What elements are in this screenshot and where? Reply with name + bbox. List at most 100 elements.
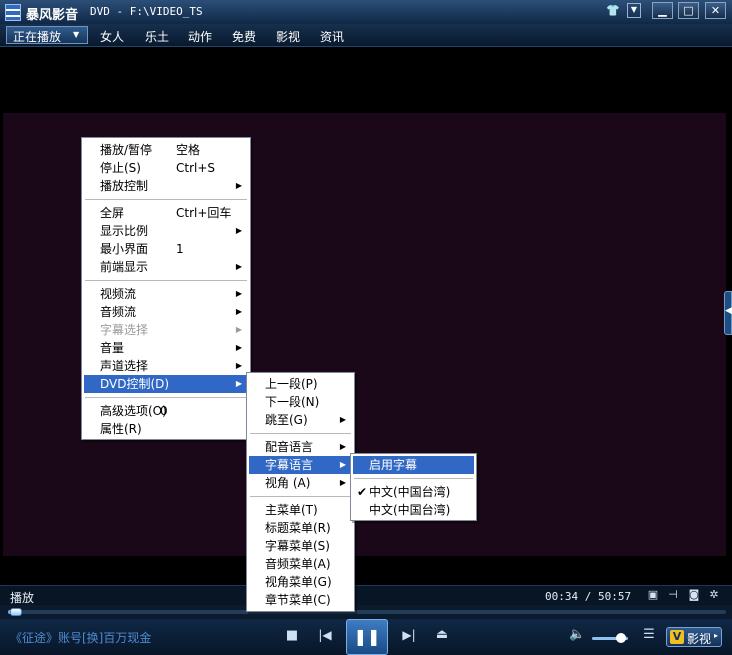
submenu-arrow-icon: ▶ [339, 415, 346, 424]
video-letterbox-bottom [3, 556, 726, 585]
menu-item-audio-language[interactable]: 配音语言 ▶ [249, 438, 352, 456]
tab-free[interactable]: 免费 [232, 28, 256, 45]
tab-paradise[interactable]: 乐土 [145, 28, 169, 45]
side-panel-toggle[interactable]: ◀ [724, 291, 732, 335]
submenu-arrow-icon: ▶ [235, 226, 242, 235]
nav-bar: 正在播放 ▼ 女人 乐土 动作 免费 影视 资讯 [0, 24, 732, 47]
stop-icon[interactable]: ■ [284, 628, 300, 643]
previous-icon[interactable]: |◀ [316, 628, 334, 642]
submenu-arrow-icon: ▶ [235, 181, 242, 190]
subtitle-language-submenu: 启用字幕 ✔ 中文(中国台湾) 中文(中国台湾) [350, 453, 477, 521]
menu-item-video-stream[interactable]: 视频流 ▶ [84, 285, 248, 303]
menu-item-dvd-control[interactable]: DVD控制(D) ▶ [84, 375, 248, 393]
yingshi-logo-icon: V [670, 630, 684, 644]
menu-item-stop[interactable]: 停止(S) Ctrl+S [84, 159, 248, 177]
maximize-button[interactable]: □ [678, 2, 699, 19]
total-time: 50:57 [598, 590, 632, 603]
gear-icon[interactable]: ✲ [708, 589, 720, 600]
menu-item-advanced-options[interactable]: 高级选项(O) 0 [84, 402, 248, 420]
dvd-control-submenu: 上一段(P) 下一段(N) 跳至(G) ▶ 配音语言 ▶ 字幕语言 ▶ 视角 (A) ▶… [246, 372, 355, 612]
menu-separator [250, 496, 351, 497]
menu-item-subtitle-select: 字幕选择 ▶ [100, 323, 242, 337]
menu-item-enable-subtitles[interactable]: 启用字幕 [353, 456, 474, 474]
submenu-arrow-icon: ▶ [235, 361, 242, 370]
submenu-arrow-icon: ▶ [235, 325, 242, 334]
menu-item-angle-menu[interactable]: 视角菜单(G) [249, 573, 352, 591]
app-logo-icon[interactable] [5, 4, 21, 21]
menu-item-previous-chapter[interactable]: 上一段(P) [249, 375, 352, 393]
close-button[interactable]: ✕ [705, 2, 726, 19]
menu-item-next-chapter[interactable]: 下一段(N) [249, 393, 352, 411]
menu-item-fullscreen[interactable]: 全屏 Ctrl+回车 [84, 204, 248, 222]
menu-separator [354, 478, 473, 479]
title-bar[interactable]: 暴风影音 DVD - F:\VIDEO_TS 👕 ▼ ▁ □ ✕ [0, 0, 732, 24]
pin-icon[interactable]: ⊣ [667, 589, 679, 600]
menu-item-subtitle-menu[interactable]: 字幕菜单(S) [249, 537, 352, 555]
menu-item-volume[interactable]: 音量 ▶ [84, 339, 248, 357]
menu-item-angle[interactable]: 视角 (A) ▶ [249, 474, 352, 492]
menu-item-audio-stream[interactable]: 音频流 ▶ [84, 303, 248, 321]
status-bar: 播放 00:34 / 50:57 ▣ ⊣ ◙ ✲ [0, 585, 732, 606]
ad-link[interactable]: 《征途》账号[换]百万现金 [10, 629, 151, 646]
playlist-icon[interactable]: ☰ [642, 627, 656, 642]
menu-item-always-on-top[interactable]: 前端显示 ▶ [84, 258, 248, 276]
menu-item-chapter-menu[interactable]: 章节菜单(C) [249, 591, 352, 609]
menu-item-title-menu[interactable]: 标题菜单(R) [249, 519, 352, 537]
pause-button[interactable]: ❚❚ [346, 619, 388, 655]
skin-icon[interactable]: 👕 [606, 3, 620, 18]
menu-separator [85, 397, 247, 398]
menu-separator [250, 433, 351, 434]
menu-item-aspect-ratio[interactable]: 显示比例 ▶ [84, 222, 248, 240]
menu-item-subtitle-chinese-2[interactable]: 中文(中国台湾) [353, 501, 474, 519]
control-bar: 《征途》账号[换]百万现金 ■ |◀ ❚❚ ▶| ⏏ 🔈 ☰ V 影视 ▸ [0, 619, 732, 655]
tab-news[interactable]: 资讯 [320, 28, 344, 45]
video-letterbox-top [3, 47, 726, 113]
submenu-arrow-icon: ▶ [235, 343, 242, 352]
pause-icon: ❚❚ [353, 627, 381, 646]
volume-icon[interactable]: 🔈 [569, 627, 585, 642]
menu-item-subtitle-chinese-1[interactable]: ✔ 中文(中国台湾) [353, 483, 474, 501]
time-display: 00:34 / 50:57 [545, 590, 631, 603]
chevron-right-icon: ▸ [714, 631, 719, 640]
app-name: 暴风影音 [26, 8, 79, 23]
submenu-arrow-icon: ▶ [235, 262, 242, 271]
playback-state: 播放 [10, 591, 35, 605]
submenu-arrow-icon: ▶ [339, 460, 346, 469]
eject-icon[interactable]: ⏏ [434, 627, 450, 642]
submenu-arrow-icon: ▶ [235, 289, 242, 298]
minimize-button[interactable]: ▁ [652, 2, 673, 19]
chevron-down-icon[interactable]: ▼ [73, 30, 79, 39]
yingshi-label: 影视 [687, 632, 712, 646]
submenu-arrow-icon: ▶ [235, 307, 242, 316]
submenu-arrow-icon: ▶ [235, 379, 242, 388]
progress-track[interactable] [8, 608, 726, 616]
next-icon[interactable]: ▶| [400, 628, 418, 642]
menu-item-subtitle-language[interactable]: 字幕语言 ▶ [249, 456, 352, 474]
screen-icon[interactable]: ▣ [647, 589, 659, 600]
submenu-arrow-icon: ▶ [339, 478, 346, 487]
yingshi-button[interactable]: V 影视 ▸ [666, 627, 722, 647]
checkmark-icon: ✔ [357, 485, 368, 499]
tab-movies[interactable]: 影视 [276, 28, 300, 45]
menu-item-root-menu[interactable]: 主菜单(T) [249, 501, 352, 519]
menu-item-channel-select[interactable]: 声道选择 ▶ [84, 357, 248, 375]
menu-item-playback-control[interactable]: 播放控制 ▶ [84, 177, 248, 195]
menu-item-jump-to[interactable]: 跳至(G) ▶ [249, 411, 352, 429]
camera-icon[interactable]: ◙ [688, 589, 700, 600]
elapsed-time: 00:34 [545, 590, 579, 603]
player-window: 暴风影音 DVD - F:\VIDEO_TS 👕 ▼ ▁ □ ✕ 正在播放 ▼ … [0, 0, 732, 655]
tab-women[interactable]: 女人 [100, 28, 124, 45]
progress-handle[interactable] [10, 608, 22, 616]
volume-handle[interactable] [616, 633, 626, 643]
menu-dropdown-icon[interactable]: ▼ [627, 3, 641, 18]
menu-item-audio-menu[interactable]: 音频菜单(A) [249, 555, 352, 573]
menu-item-mini-mode[interactable]: 最小界面 1 [84, 240, 248, 258]
menu-separator [85, 280, 247, 281]
menu-item-properties[interactable]: 属性(R) [84, 420, 248, 438]
menu-separator [85, 199, 247, 200]
progress-bar[interactable] [0, 605, 732, 619]
menu-item-play-pause[interactable]: 播放/暂停 空格 [84, 141, 248, 159]
time-separator: / [584, 590, 592, 603]
submenu-arrow-icon: ▶ [339, 442, 346, 451]
tab-action[interactable]: 动作 [188, 28, 212, 45]
